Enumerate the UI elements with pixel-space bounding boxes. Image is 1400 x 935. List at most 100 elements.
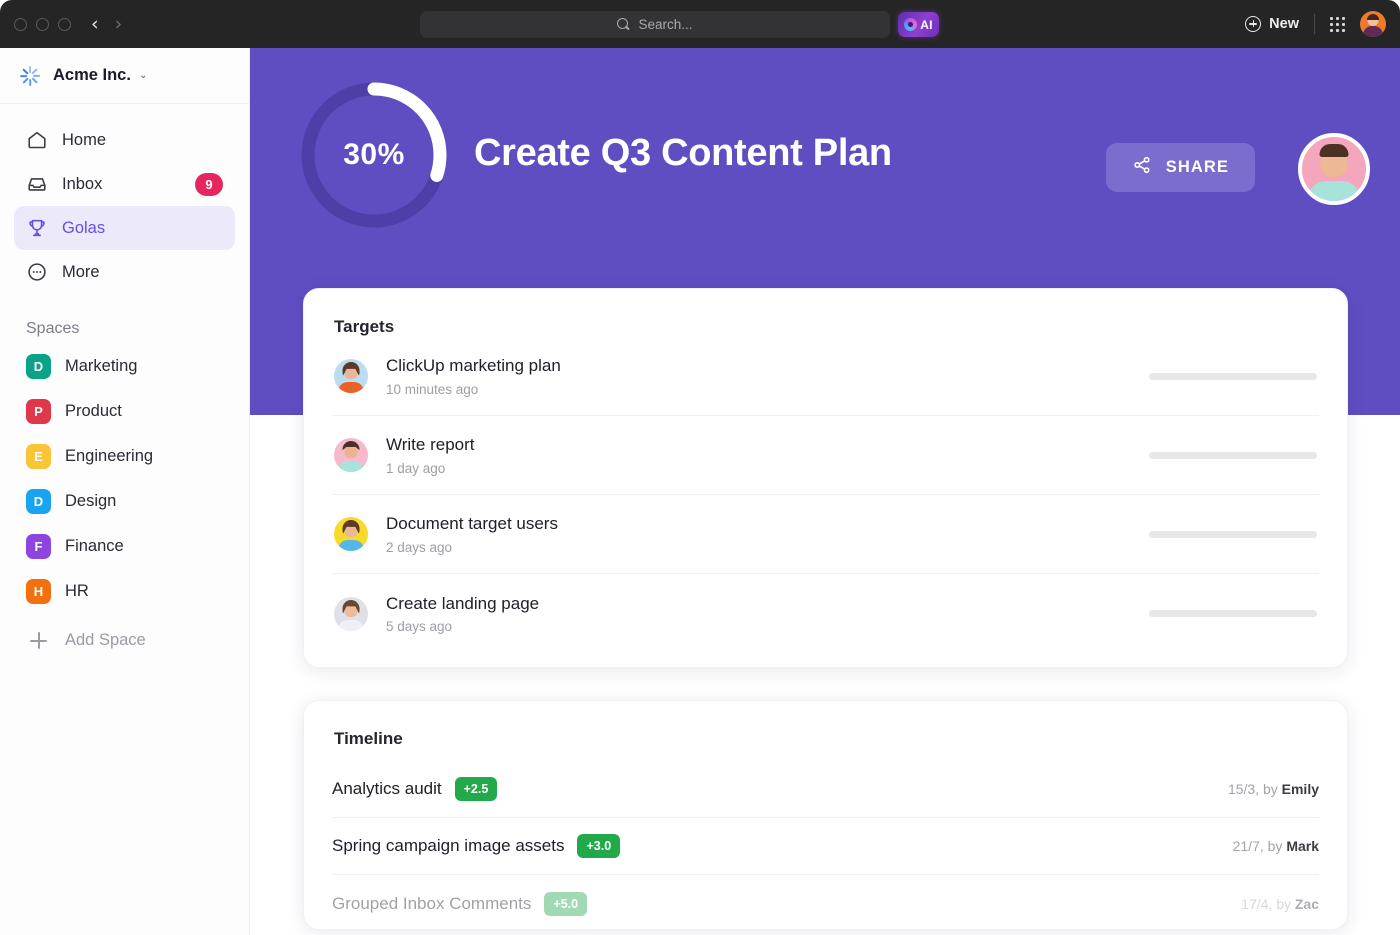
target-progress-bar (1149, 452, 1317, 459)
target-timestamp: 5 days ago (386, 619, 539, 634)
table-row[interactable]: ClickUp marketing plan 10 minutes ago (332, 337, 1319, 416)
target-timestamp: 1 day ago (386, 461, 475, 476)
space-label: Finance (65, 537, 124, 556)
timeline-item-author: Zac (1295, 896, 1319, 912)
ai-orb-icon (904, 18, 917, 31)
space-badge-icon: F (26, 534, 51, 559)
timeline-item-date: 15/3, by (1228, 781, 1282, 797)
share-button[interactable]: SHARE (1106, 143, 1255, 192)
workspace-logo-icon (18, 64, 42, 88)
new-button[interactable]: New (1245, 16, 1299, 32)
list-item[interactable]: Spring campaign image assets +3.0 21/7, … (332, 818, 1319, 875)
workspace-name: Acme Inc. (53, 66, 131, 85)
space-label: Design (65, 492, 116, 511)
target-progress-bar (1149, 610, 1317, 617)
sidebar-item-label: More (62, 263, 100, 282)
sidebar-item-product[interactable]: P Product (14, 389, 235, 434)
target-timestamp: 2 days ago (386, 540, 558, 555)
ellipsis-circle-icon (26, 261, 48, 283)
add-space-label: Add Space (65, 631, 146, 650)
timeline-item-meta: 15/3, by Emily (1228, 781, 1319, 797)
target-name: Create landing page (386, 594, 539, 613)
sidebar-item-golas[interactable]: Golas (14, 206, 235, 250)
sidebar-item-label: Inbox (62, 175, 102, 194)
window-controls[interactable] (14, 18, 71, 31)
status-badge: +5.0 (544, 892, 587, 916)
avatar (334, 517, 368, 551)
sidebar-item-finance[interactable]: F Finance (14, 524, 235, 569)
timeline-item-meta: 17/4, by Zac (1241, 896, 1319, 912)
sidebar-item-inbox[interactable]: Inbox 9 (14, 162, 235, 206)
list-item[interactable]: Analytics audit +2.5 15/3, by Emily (332, 761, 1319, 818)
target-timestamp: 10 minutes ago (386, 382, 561, 397)
space-badge-icon: D (26, 489, 51, 514)
timeline-item-date: 17/4, by (1241, 896, 1295, 912)
minimize-window-dot[interactable] (36, 18, 49, 31)
add-space-button[interactable]: Add Space (14, 618, 235, 663)
inbox-unread-badge: 9 (195, 173, 223, 196)
table-row[interactable]: Document target users 2 days ago (332, 495, 1319, 574)
space-label: Marketing (65, 357, 137, 376)
target-name: Write report (386, 435, 475, 454)
sidebar: Acme Inc. ⌄ Home Inbox (0, 48, 250, 935)
space-badge-icon: H (26, 579, 51, 604)
maximize-window-dot[interactable] (58, 18, 71, 31)
chevron-down-icon[interactable]: ⌄ (139, 70, 147, 81)
sidebar-item-hr[interactable]: H HR (14, 569, 235, 614)
timeline-item-name: Spring campaign image assets (332, 836, 564, 856)
search-bar[interactable]: Search... (420, 11, 890, 38)
timeline-item-author: Mark (1286, 838, 1319, 854)
sidebar-item-design[interactable]: D Design (14, 479, 235, 524)
goal-progress-percent: 30% (298, 79, 450, 231)
timeline-item-name: Analytics audit (332, 779, 442, 799)
timeline-item-date: 21/7, by (1233, 838, 1287, 854)
primary-navigation: Home Inbox 9 (0, 104, 249, 294)
ai-label: AI (920, 18, 932, 32)
inbox-icon (26, 173, 48, 195)
titlebar-divider (1314, 14, 1315, 34)
table-row[interactable]: Create landing page 5 days ago (332, 574, 1319, 653)
avatar[interactable] (1360, 11, 1386, 37)
space-label: HR (65, 582, 89, 601)
spaces-list: D Marketing P Product E Engineering D De… (0, 344, 249, 663)
apps-grid-icon[interactable] (1330, 17, 1345, 32)
spaces-section-title: Spaces (26, 320, 249, 338)
plus-icon (26, 628, 51, 653)
timeline-item-name: Grouped Inbox Comments (332, 894, 531, 914)
sidebar-item-marketing[interactable]: D Marketing (14, 344, 235, 389)
space-badge-icon: D (26, 354, 51, 379)
ai-button[interactable]: AI (898, 12, 939, 37)
avatar (334, 597, 368, 631)
space-badge-icon: E (26, 444, 51, 469)
close-window-dot[interactable] (14, 18, 27, 31)
search-icon (617, 18, 630, 31)
sidebar-item-home[interactable]: Home (14, 118, 235, 162)
list-item[interactable]: Grouped Inbox Comments +5.0 17/4, by Zac (332, 875, 1319, 932)
target-name: ClickUp marketing plan (386, 356, 561, 375)
timeline-title: Timeline (304, 701, 1347, 749)
target-progress-bar (1149, 373, 1317, 380)
back-chevron-icon[interactable]: ‹ (91, 15, 99, 34)
share-icon (1132, 155, 1152, 180)
timeline-card: Timeline Analytics audit +2.5 15/3, by E… (303, 700, 1348, 930)
sidebar-item-label: Golas (62, 219, 105, 238)
goal-owner-avatar[interactable] (1298, 133, 1370, 205)
page-title: Create Q3 Content Plan (474, 132, 892, 175)
goal-progress-ring: 30% (298, 79, 450, 231)
history-navigation: ‹ › (91, 15, 122, 34)
share-button-label: SHARE (1166, 158, 1229, 177)
sidebar-item-more[interactable]: More (14, 250, 235, 294)
space-label: Product (65, 402, 122, 421)
table-row[interactable]: Write report 1 day ago (332, 416, 1319, 495)
status-badge: +3.0 (577, 834, 620, 858)
home-icon (26, 129, 48, 151)
timeline-item-meta: 21/7, by Mark (1233, 838, 1319, 854)
titlebar-actions: New (1245, 0, 1386, 48)
sidebar-item-engineering[interactable]: E Engineering (14, 434, 235, 479)
target-progress-bar (1149, 531, 1317, 538)
app-window: ‹ › Search... AI New (0, 0, 1400, 935)
space-label: Engineering (65, 447, 153, 466)
workspace-switcher[interactable]: Acme Inc. ⌄ (0, 48, 249, 104)
forward-chevron-icon[interactable]: › (115, 15, 123, 34)
timeline-item-author: Emily (1282, 781, 1319, 797)
